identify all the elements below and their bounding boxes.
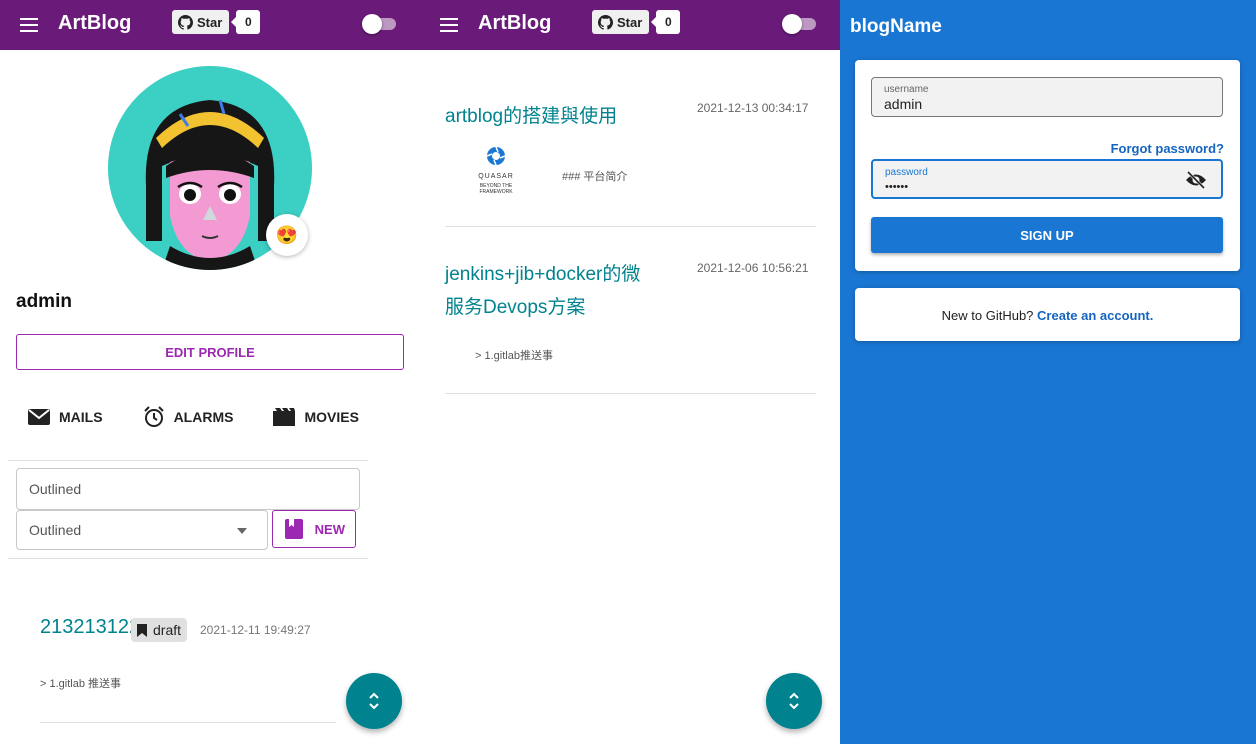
alarm-icon bbox=[143, 406, 164, 427]
scroll-fab[interactable] bbox=[766, 673, 822, 729]
github-icon bbox=[598, 14, 613, 30]
star-count[interactable]: 0 bbox=[231, 10, 261, 34]
quasar-icon bbox=[486, 146, 506, 166]
signup-card: New to GitHub? Create an account. bbox=[855, 288, 1240, 341]
star-count[interactable]: 0 bbox=[651, 10, 681, 34]
select-value: Outlined bbox=[29, 522, 82, 538]
profile-username: admin bbox=[16, 291, 72, 312]
emoji-button[interactable]: 😍 bbox=[266, 214, 308, 256]
divider bbox=[8, 460, 368, 461]
divider bbox=[8, 558, 368, 559]
post-date: 2021-12-06 10:56:21 bbox=[697, 261, 809, 275]
category-select[interactable]: Outlined bbox=[16, 510, 268, 550]
dark-mode-toggle[interactable] bbox=[362, 14, 396, 34]
blog-name: blogName bbox=[850, 16, 942, 37]
menu-icon[interactable] bbox=[20, 18, 38, 32]
draft-label: draft bbox=[153, 622, 182, 638]
feed-panel: ArtBlog Star 0 artblog的搭建與使用 2021-12-13 … bbox=[420, 0, 840, 744]
divider bbox=[445, 393, 816, 394]
post-date: 2021-12-13 00:34:17 bbox=[697, 101, 809, 115]
brand-title: ArtBlog bbox=[478, 12, 552, 34]
username-label: username bbox=[884, 84, 929, 95]
login-card: username admin Forgot password? password… bbox=[855, 60, 1240, 271]
search-input[interactable]: Outlined bbox=[16, 468, 360, 510]
dark-mode-toggle[interactable] bbox=[782, 14, 816, 34]
post-title-line2[interactable]: 服务Devops方案 bbox=[445, 291, 585, 325]
password-label: password bbox=[885, 167, 928, 178]
star-label: Star bbox=[617, 14, 643, 30]
movie-icon bbox=[273, 408, 296, 426]
tab-label: ALARMS bbox=[173, 409, 234, 425]
github-star-widget[interactable]: Star 0 bbox=[592, 10, 681, 34]
eye-off-icon[interactable] bbox=[1185, 171, 1207, 189]
top-bar: ArtBlog Star 0 bbox=[0, 0, 420, 50]
forgot-password-link[interactable]: Forgot password? bbox=[1111, 141, 1224, 156]
profile-tabs: MAILS ALARMS MOVIES bbox=[28, 406, 359, 428]
tab-movies[interactable]: MOVIES bbox=[273, 408, 359, 426]
username-value: admin bbox=[884, 96, 923, 112]
profile-panel: ArtBlog Star 0 😍 admin EDIT PROFILE MAIL… bbox=[0, 0, 420, 744]
tab-alarms[interactable]: ALARMS bbox=[143, 406, 234, 428]
mail-icon bbox=[28, 409, 50, 425]
star-label: Star bbox=[197, 14, 223, 30]
login-panel: blogName username admin Forgot password?… bbox=[840, 0, 1256, 744]
post-excerpt: ### 平台简介 bbox=[562, 171, 628, 183]
unfold-icon bbox=[789, 692, 799, 710]
top-bar: ArtBlog Star 0 bbox=[420, 0, 840, 50]
github-star-widget[interactable]: Star 0 bbox=[172, 10, 261, 34]
github-star-button[interactable]: Star bbox=[172, 10, 230, 34]
password-value: •••••• bbox=[885, 181, 909, 193]
github-star-button[interactable]: Star bbox=[592, 10, 650, 34]
chevron-down-icon bbox=[237, 528, 247, 534]
new-label: NEW bbox=[314, 521, 345, 537]
logo-name: QUASAR bbox=[478, 173, 514, 180]
post-title-line1[interactable]: jenkins+jib+docker的微 bbox=[445, 258, 640, 292]
post-title[interactable]: 213213122132213是 bbox=[40, 612, 132, 642]
draft-badge: draft bbox=[131, 618, 188, 642]
divider bbox=[40, 722, 336, 723]
sign-up-button[interactable]: SIGN UP bbox=[871, 217, 1223, 253]
tab-label: MOVIES bbox=[304, 409, 359, 425]
post-title[interactable]: artblog的搭建與使用 bbox=[445, 100, 617, 134]
post-excerpt: > 1.gitlab 推送事 bbox=[40, 678, 122, 690]
divider bbox=[445, 226, 816, 227]
menu-icon[interactable] bbox=[440, 18, 458, 32]
password-field[interactable]: password •••••• bbox=[871, 159, 1223, 199]
scroll-fab[interactable] bbox=[346, 673, 402, 729]
post-excerpt: > 1.gitlab推送事 bbox=[475, 350, 553, 362]
post-date: 2021-12-11 19:49:27 bbox=[200, 623, 311, 637]
create-account-link[interactable]: Create an account. bbox=[1037, 308, 1153, 323]
edit-profile-button[interactable]: EDIT PROFILE bbox=[16, 334, 404, 370]
quasar-logo: QUASAR BEYOND THE FRAMEWORK bbox=[472, 146, 520, 195]
bookmark-icon bbox=[137, 623, 147, 637]
new-post-button[interactable]: NEW bbox=[272, 510, 356, 548]
new-text: New to GitHub? bbox=[941, 308, 1034, 323]
tab-mails[interactable]: MAILS bbox=[28, 409, 103, 425]
unfold-icon bbox=[369, 692, 379, 710]
new-account-prompt: New to GitHub? Create an account. bbox=[855, 308, 1240, 323]
username-field[interactable]: username admin bbox=[871, 77, 1223, 117]
brand-title: ArtBlog bbox=[58, 12, 132, 34]
github-icon bbox=[178, 14, 193, 30]
tab-label: MAILS bbox=[59, 409, 103, 425]
book-icon bbox=[285, 519, 303, 539]
logo-tagline: BEYOND THE FRAMEWORK bbox=[479, 183, 513, 195]
